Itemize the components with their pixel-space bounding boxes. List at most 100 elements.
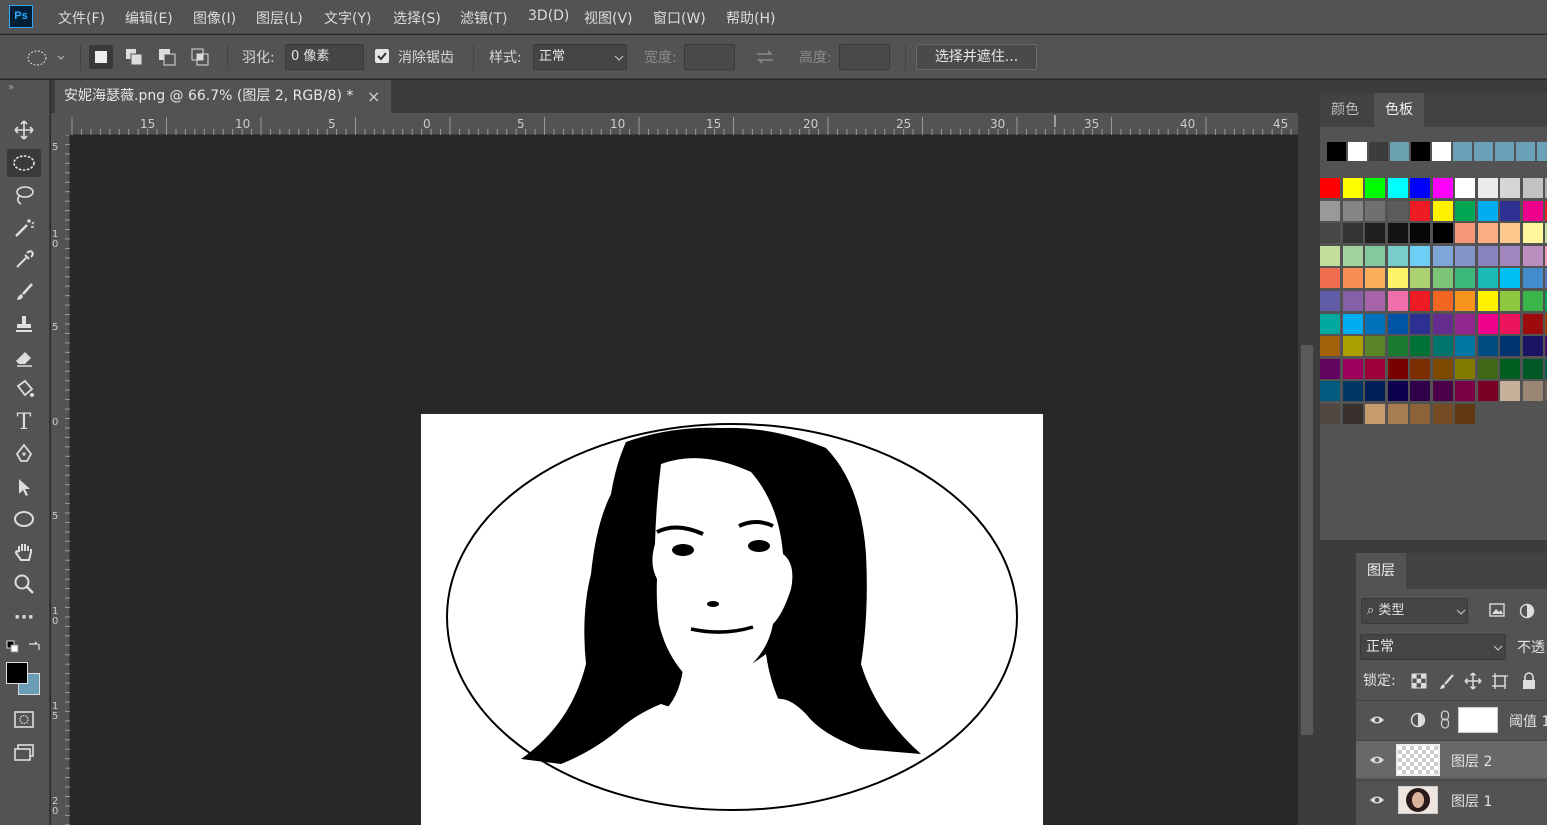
color-swatch[interactable]	[1365, 268, 1385, 289]
color-swatch[interactable]	[1320, 245, 1340, 266]
menu-3d[interactable]: 3D(D)	[528, 8, 569, 24]
color-swatch[interactable]	[1342, 200, 1363, 221]
color-swatch[interactable]	[1432, 245, 1453, 266]
color-swatch[interactable]	[1477, 223, 1498, 244]
visibility-eye-icon[interactable]	[1369, 713, 1385, 727]
color-swatch[interactable]	[1477, 245, 1498, 266]
color-swatch[interactable]	[1365, 336, 1385, 357]
menu-view[interactable]: 视图(V)	[584, 8, 633, 28]
color-swatch[interactable]	[1410, 245, 1430, 266]
layer-name[interactable]: 图层 2	[1451, 751, 1492, 771]
tab-swatches[interactable]: 色板	[1374, 93, 1424, 127]
color-swatch[interactable]	[1477, 358, 1498, 379]
feather-input[interactable]: 0 像素	[285, 44, 364, 70]
color-swatch[interactable]	[1522, 336, 1543, 357]
color-swatch[interactable]	[1320, 404, 1340, 424]
intersect-selection-icon[interactable]	[188, 45, 212, 69]
lasso-tool-icon[interactable]	[7, 181, 41, 209]
menu-edit[interactable]: 编辑(E)	[125, 8, 173, 28]
color-swatch[interactable]	[1477, 336, 1498, 357]
color-swatch[interactable]	[1500, 358, 1520, 379]
color-swatch[interactable]	[1365, 223, 1385, 244]
color-swatch[interactable]	[1455, 268, 1475, 289]
document-canvas[interactable]	[421, 414, 1043, 825]
color-swatch[interactable]	[1365, 245, 1385, 266]
close-document-icon[interactable]: ×	[367, 80, 380, 113]
height-input[interactable]	[839, 44, 890, 70]
elliptical-marquee-preset-icon[interactable]	[26, 48, 66, 72]
color-swatch[interactable]	[1432, 268, 1453, 289]
color-swatch[interactable]	[1342, 291, 1363, 311]
menu-file[interactable]: 文件(F)	[58, 8, 105, 28]
color-swatch[interactable]	[1432, 404, 1453, 424]
filter-adjustment-layers-icon[interactable]	[1519, 603, 1535, 623]
color-swatch[interactable]	[1477, 178, 1498, 198]
default-colors-icon[interactable]	[6, 640, 20, 658]
color-swatch[interactable]	[1387, 268, 1408, 289]
canvas-area[interactable]	[70, 135, 1298, 825]
move-tool-icon[interactable]	[7, 116, 41, 144]
color-swatch[interactable]	[1432, 200, 1453, 221]
collapse-toolbar-icon[interactable]: »	[8, 82, 14, 93]
color-swatch[interactable]	[1410, 200, 1430, 221]
color-swatch[interactable]	[1522, 381, 1543, 402]
color-swatch[interactable]	[1342, 358, 1363, 379]
color-swatch[interactable]	[1455, 404, 1475, 424]
color-swatch[interactable]	[1387, 336, 1408, 357]
layer-name[interactable]: 阈值 1	[1509, 711, 1547, 731]
layer-filter-select[interactable]: ⌕ 类型	[1361, 598, 1468, 624]
color-swatch[interactable]	[1477, 291, 1498, 311]
menu-filter[interactable]: 滤镜(T)	[460, 8, 507, 28]
color-swatch[interactable]	[1455, 381, 1475, 402]
layer-name[interactable]: 图层 1	[1451, 791, 1492, 811]
color-swatch[interactable]	[1410, 223, 1430, 244]
tab-color[interactable]: 颜色	[1320, 93, 1370, 127]
color-swatch[interactable]	[1365, 313, 1385, 334]
recent-swatch[interactable]	[1411, 142, 1430, 161]
subtract-from-selection-icon[interactable]	[155, 45, 179, 69]
color-swatch[interactable]	[1410, 313, 1430, 334]
more-tools-icon[interactable]: ···	[7, 603, 41, 631]
tab-layers[interactable]: 图层	[1356, 553, 1406, 589]
recent-swatch[interactable]	[1327, 142, 1346, 161]
menu-help[interactable]: 帮助(H)	[726, 8, 775, 28]
color-swatch[interactable]	[1500, 178, 1520, 198]
color-swatch[interactable]	[1522, 358, 1543, 379]
color-swatch[interactable]	[1387, 313, 1408, 334]
color-swatch[interactable]	[1342, 313, 1363, 334]
color-swatch[interactable]	[1342, 245, 1363, 266]
menu-type[interactable]: 文字(Y)	[324, 8, 371, 28]
color-swatch[interactable]	[1455, 313, 1475, 334]
color-swatch[interactable]	[1387, 291, 1408, 311]
screen-mode-icon[interactable]	[7, 739, 41, 767]
color-swatch[interactable]	[1320, 336, 1340, 357]
color-swatch[interactable]	[1432, 381, 1453, 402]
color-swatch[interactable]	[1320, 313, 1340, 334]
color-swatch[interactable]	[1522, 200, 1543, 221]
color-swatch[interactable]	[1522, 291, 1543, 311]
color-swatch[interactable]	[1500, 336, 1520, 357]
color-swatch[interactable]	[1365, 291, 1385, 311]
zoom-tool-icon[interactable]	[7, 570, 41, 598]
layer-thumbnail[interactable]	[1398, 786, 1438, 814]
color-swatch[interactable]	[1455, 245, 1475, 266]
color-swatch[interactable]	[1342, 268, 1363, 289]
color-swatch[interactable]	[1387, 178, 1408, 198]
pen-tool-icon[interactable]	[7, 440, 41, 468]
recent-swatch[interactable]	[1516, 142, 1535, 161]
color-swatch[interactable]	[1455, 358, 1475, 379]
color-swatch[interactable]	[1500, 245, 1520, 266]
elliptical-marquee-tool-icon[interactable]	[7, 149, 41, 177]
color-swatch[interactable]	[1432, 313, 1453, 334]
color-swatch[interactable]	[1500, 313, 1520, 334]
color-swatch[interactable]	[1477, 313, 1498, 334]
color-swatch[interactable]	[1522, 223, 1543, 244]
color-swatch[interactable]	[1432, 223, 1453, 244]
recent-swatch[interactable]	[1390, 142, 1409, 161]
color-swatch[interactable]	[1342, 178, 1363, 198]
color-swatch[interactable]	[1342, 223, 1363, 244]
color-swatch[interactable]	[1342, 381, 1363, 402]
layer-link-icon[interactable]	[1440, 710, 1450, 734]
recent-swatch[interactable]	[1495, 142, 1514, 161]
lock-artboard-icon[interactable]	[1491, 672, 1509, 694]
